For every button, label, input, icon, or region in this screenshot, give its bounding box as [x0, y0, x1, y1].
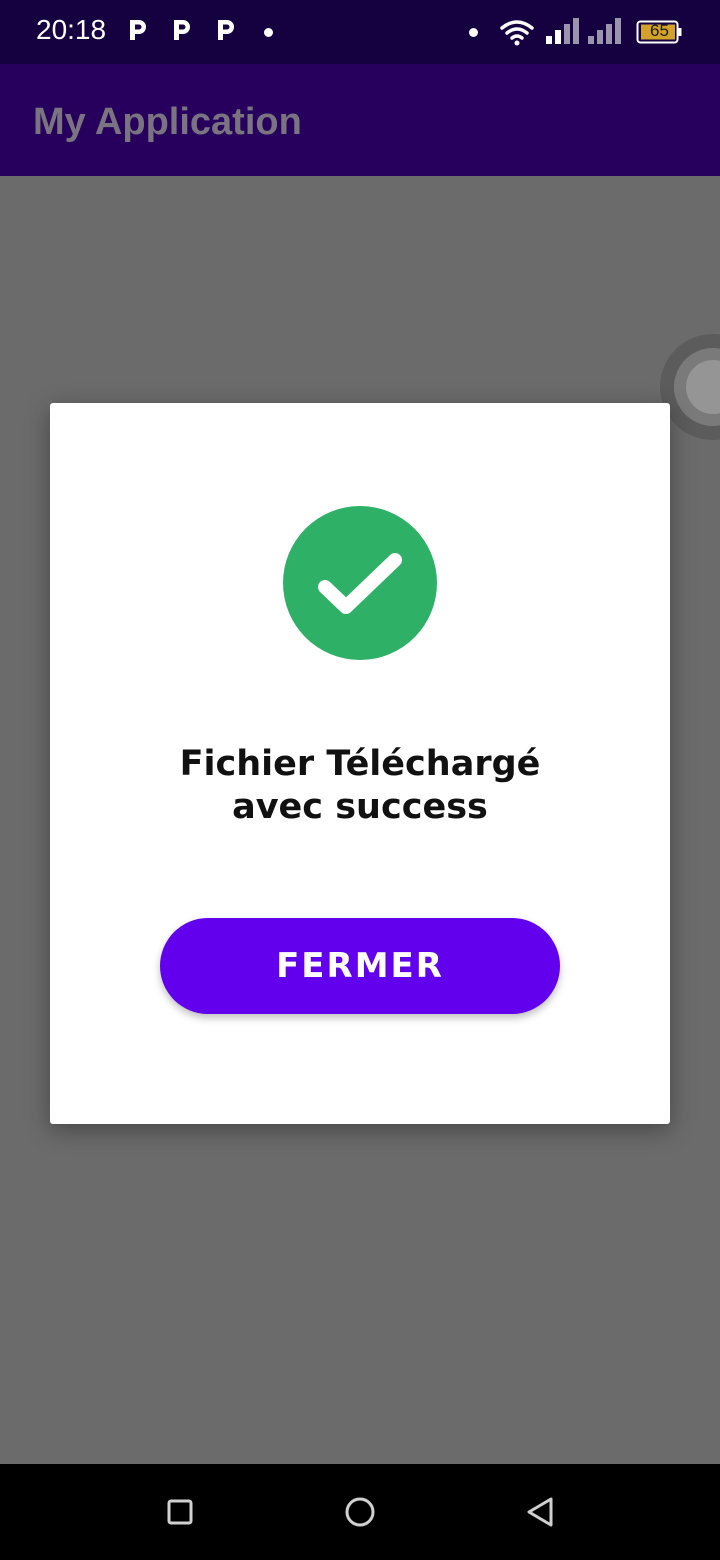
- home-circle-icon[interactable]: [334, 1486, 386, 1538]
- battery-level: 65: [650, 21, 669, 40]
- checkmark-icon: [318, 553, 402, 614]
- status-dot-icon: [469, 28, 478, 37]
- signal-icon: [588, 18, 621, 44]
- recents-square-icon[interactable]: [154, 1486, 206, 1538]
- p-app-icon: [130, 20, 146, 40]
- app-bar: My Application: [0, 64, 720, 176]
- more-notifications-dot-icon: [264, 28, 273, 37]
- close-button[interactable]: FERMER: [160, 918, 560, 1014]
- floating-bubble-ring: [674, 348, 720, 426]
- success-check-icon: [283, 506, 437, 660]
- p-app-icon: [174, 20, 190, 40]
- status-bar: 20:18 65: [0, 0, 720, 64]
- floating-bubble-core: [686, 360, 720, 414]
- wifi-icon: [500, 20, 534, 46]
- navigation-bar: [0, 1464, 720, 1560]
- back-triangle-icon[interactable]: [514, 1486, 566, 1538]
- app-title: My Application: [33, 101, 302, 143]
- app-screen: 20:18 65 My Application Fichier Téléchar…: [0, 0, 720, 1560]
- signal-icon: [546, 18, 579, 44]
- dialog-message: Fichier Téléchargé avec success: [179, 744, 541, 827]
- status-time: 20:18: [36, 14, 107, 45]
- p-app-icon: [218, 20, 234, 40]
- success-dialog: Fichier Téléchargé avec success FERMER: [50, 403, 670, 1124]
